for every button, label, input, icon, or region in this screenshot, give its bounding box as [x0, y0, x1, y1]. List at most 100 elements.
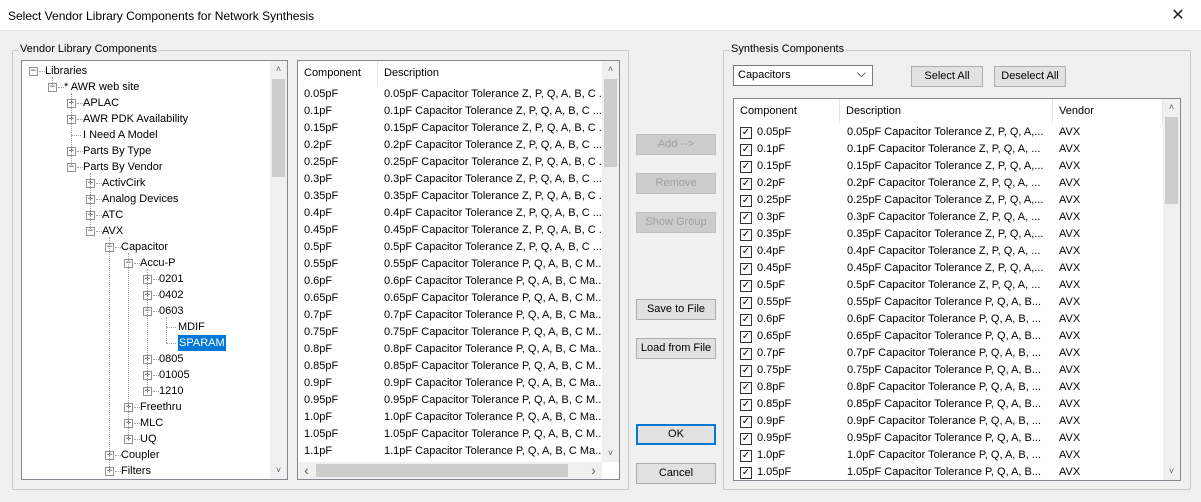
table-row[interactable]: 0.35pF 0.35pF Capacitor Tolerance Z, P, Q… — [298, 188, 602, 205]
table-row[interactable]: ✓ 0.2pF 0.2pF Capacitor Tolerance Z, P, Q,… — [734, 175, 1163, 192]
tree-node[interactable]: SPARAM — [22, 335, 268, 351]
lib-vertical-scrollbar[interactable]: ˄ ˅ — [602, 61, 619, 462]
row-checkbox[interactable]: ✓ — [740, 161, 752, 173]
syn-header-vendor[interactable]: Vendor — [1053, 99, 1163, 123]
tree-node[interactable]: − * AWR web site — [22, 79, 268, 95]
table-row[interactable]: ✓ 0.55pF 0.55pF Capacitor Tolerance P, Q, … — [734, 294, 1163, 311]
syn-header-component[interactable]: Component — [734, 99, 840, 123]
tree-node[interactable]: + AWR PDK Availability — [22, 111, 268, 127]
table-row[interactable]: 0.15pF 0.15pF Capacitor Tolerance Z, P, Q… — [298, 120, 602, 137]
table-row[interactable]: ✓ 0.6pF 0.6pF Capacitor Tolerance P, Q, A,… — [734, 311, 1163, 328]
tree-node[interactable]: + ATC — [22, 207, 268, 223]
row-checkbox[interactable]: ✓ — [740, 450, 752, 462]
lib-horizontal-scrollbar[interactable]: ‹ › — [298, 462, 602, 479]
table-row[interactable]: 0.6pF 0.6pF Capacitor Tolerance P, Q, A, … — [298, 273, 602, 290]
tree-node[interactable]: I Need A Model — [22, 127, 268, 143]
table-row[interactable]: 0.75pF 0.75pF Capacitor Tolerance P, Q, A… — [298, 324, 602, 341]
table-row[interactable]: ✓ 0.4pF 0.4pF Capacitor Tolerance Z, P, Q,… — [734, 243, 1163, 260]
table-row[interactable]: ✓ 0.45pF 0.45pF Capacitor Tolerance Z, P, … — [734, 260, 1163, 277]
table-row[interactable]: 1.0pF 1.0pF Capacitor Tolerance P, Q, A, … — [298, 409, 602, 426]
row-checkbox[interactable]: ✓ — [740, 212, 752, 224]
tree-node[interactable]: + UQ — [22, 431, 268, 447]
table-row[interactable]: ✓ 0.5pF 0.5pF Capacitor Tolerance Z, P, Q,… — [734, 277, 1163, 294]
tree-node[interactable]: − Parts By Vendor — [22, 159, 268, 175]
tree-node[interactable]: + Filters — [22, 463, 268, 479]
table-row[interactable]: ✓ 0.25pF 0.25pF Capacitor Tolerance Z, P, … — [734, 192, 1163, 209]
row-checkbox[interactable]: ✓ — [740, 314, 752, 326]
syn-scroll-thumb[interactable] — [1165, 117, 1178, 204]
tree-node[interactable]: −0603 — [22, 303, 268, 319]
tree-node[interactable]: +1210 — [22, 383, 268, 399]
component-type-select[interactable]: Capacitors ⌵ — [733, 65, 873, 86]
table-row[interactable]: ✓ 0.7pF 0.7pF Capacitor Tolerance P, Q, A,… — [734, 345, 1163, 362]
table-row[interactable]: 0.7pF 0.7pF Capacitor Tolerance P, Q, A, … — [298, 307, 602, 324]
table-row[interactable]: ✓ 0.05pF 0.05pF Capacitor Tolerance Z, P, … — [734, 124, 1163, 141]
lib-scroll-up-icon[interactable]: ˄ — [602, 61, 619, 78]
tree-node[interactable]: +0402 — [22, 287, 268, 303]
table-row[interactable]: 0.2pF 0.2pF Capacitor Tolerance Z, P, Q, … — [298, 137, 602, 154]
lib-scroll-thumb[interactable] — [604, 79, 617, 167]
add-button[interactable]: Add --> — [636, 134, 716, 155]
tree-node[interactable]: + ActivCirk — [22, 175, 268, 191]
table-row[interactable]: 0.9pF 0.9pF Capacitor Tolerance P, Q, A, … — [298, 375, 602, 392]
table-row[interactable]: ✓ 0.15pF 0.15pF Capacitor Tolerance Z, P, … — [734, 158, 1163, 175]
tree-scroll-up-icon[interactable]: ˄ — [270, 61, 287, 78]
syn-scroll-down-icon[interactable]: ˅ — [1163, 463, 1180, 480]
row-checkbox[interactable]: ✓ — [740, 399, 752, 411]
load-from-file-button[interactable]: Load from File — [636, 338, 716, 359]
row-checkbox[interactable]: ✓ — [740, 246, 752, 258]
table-row[interactable]: ✓ 0.65pF 0.65pF Capacitor Tolerance P, Q, … — [734, 328, 1163, 345]
tree-node[interactable]: − Libraries — [22, 63, 268, 79]
row-checkbox[interactable]: ✓ — [740, 263, 752, 275]
table-row[interactable]: 1.1pF 1.1pF Capacitor Tolerance P, Q, A, … — [298, 443, 602, 460]
row-checkbox[interactable]: ✓ — [740, 331, 752, 343]
tree-scroll-thumb[interactable] — [272, 79, 285, 177]
tree-node[interactable]: + Freethru — [22, 399, 268, 415]
row-checkbox[interactable]: ✓ — [740, 195, 752, 207]
tree-node[interactable]: +0201 — [22, 271, 268, 287]
table-row[interactable]: 0.65pF 0.65pF Capacitor Tolerance P, Q, A… — [298, 290, 602, 307]
lib-scroll-left-icon[interactable]: ‹ — [298, 462, 315, 479]
tree-node[interactable]: MDIF — [22, 319, 268, 335]
syn-scroll-up-icon[interactable]: ˄ — [1163, 99, 1180, 116]
library-tree[interactable]: − Libraries − * AWR web site + APLAC + AWR PDK … — [21, 60, 288, 480]
table-row[interactable]: 0.4pF 0.4pF Capacitor Tolerance Z, P, Q, … — [298, 205, 602, 222]
row-checkbox[interactable]: ✓ — [740, 433, 752, 445]
tree-scroll-down-icon[interactable]: ˅ — [270, 462, 287, 479]
synthesis-component-list[interactable]: Component Description Vendor ✓ 0.05pF 0.05… — [733, 98, 1181, 481]
close-icon[interactable]: ✕ — [1155, 0, 1201, 31]
table-row[interactable]: ✓ 0.35pF 0.35pF Capacitor Tolerance Z, P, … — [734, 226, 1163, 243]
tree-node[interactable]: + Coupler — [22, 447, 268, 463]
ok-button[interactable]: OK — [636, 424, 716, 445]
row-checkbox[interactable]: ✓ — [740, 127, 752, 139]
lib-header-description[interactable]: Description — [378, 61, 603, 85]
row-checkbox[interactable]: ✓ — [740, 229, 752, 241]
table-row[interactable]: ✓ 0.75pF 0.75pF Capacitor Tolerance P, Q, … — [734, 362, 1163, 379]
remove-button[interactable]: Remove — [636, 173, 716, 194]
table-row[interactable]: 0.8pF 0.8pF Capacitor Tolerance P, Q, A, … — [298, 341, 602, 358]
table-row[interactable]: ✓ 1.05pF 1.05pF Capacitor Tolerance P, Q, … — [734, 464, 1163, 480]
row-checkbox[interactable]: ✓ — [740, 348, 752, 360]
lib-hscroll-thumb[interactable] — [316, 464, 568, 477]
table-row[interactable]: 0.5pF 0.5pF Capacitor Tolerance Z, P, Q, … — [298, 239, 602, 256]
tree-vertical-scrollbar[interactable]: ˄ ˅ — [270, 61, 287, 479]
table-row[interactable]: 0.25pF 0.25pF Capacitor Tolerance Z, P, Q… — [298, 154, 602, 171]
tree-node[interactable]: + Parts By Type — [22, 143, 268, 159]
tree-node[interactable]: + Analog Devices — [22, 191, 268, 207]
syn-header-description[interactable]: Description — [840, 99, 1053, 123]
select-all-button[interactable]: Select All — [911, 66, 983, 87]
show-group-button[interactable]: Show Group — [636, 212, 716, 233]
row-checkbox[interactable]: ✓ — [740, 144, 752, 156]
row-checkbox[interactable]: ✓ — [740, 382, 752, 394]
row-checkbox[interactable]: ✓ — [740, 297, 752, 309]
table-row[interactable]: 0.05pF 0.05pF Capacitor Tolerance Z, P, Q… — [298, 86, 602, 103]
tree-node[interactable]: +01005 — [22, 367, 268, 383]
table-row[interactable]: ✓ 0.8pF 0.8pF Capacitor Tolerance P, Q, A,… — [734, 379, 1163, 396]
tree-node[interactable]: − Capacitor — [22, 239, 268, 255]
tree-node[interactable]: − Accu-P — [22, 255, 268, 271]
row-checkbox[interactable]: ✓ — [740, 365, 752, 377]
table-row[interactable]: 0.1pF 0.1pF Capacitor Tolerance Z, P, Q, … — [298, 103, 602, 120]
lib-scroll-down-icon[interactable]: ˅ — [602, 445, 619, 462]
table-row[interactable]: ✓ 1.0pF 1.0pF Capacitor Tolerance P, Q, A,… — [734, 447, 1163, 464]
deselect-all-button[interactable]: Deselect All — [994, 66, 1066, 87]
